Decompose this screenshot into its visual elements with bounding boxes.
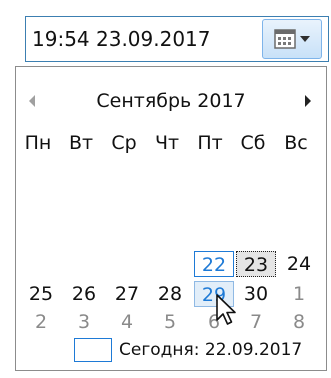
- today-link[interactable]: Сегодня: 22.09.2017: [119, 337, 302, 363]
- calendar-day-selected[interactable]: 23: [236, 251, 276, 277]
- calendar-day[interactable]: 24: [279, 251, 319, 277]
- calendar-day-next-month[interactable]: 7: [236, 309, 276, 335]
- calendar-day-next-month[interactable]: 2: [21, 309, 61, 335]
- weekday-label: Вт: [68, 132, 94, 154]
- calendar-day[interactable]: 25: [21, 281, 61, 307]
- calendar-day-today[interactable]: 22: [194, 251, 234, 277]
- datetime-value[interactable]: 19:54 23.09.2017: [32, 17, 211, 61]
- calendar-day[interactable]: 26: [64, 281, 104, 307]
- chevron-left-icon[interactable]: [29, 95, 35, 107]
- calendar-day[interactable]: 27: [107, 281, 147, 307]
- mouse-pointer-icon: [216, 294, 236, 325]
- calendar-icon: [274, 29, 296, 49]
- calendar-popup: Сентябрь 2017 Пн Вт Ср Чт Пт Сб Вс 22 23…: [15, 66, 327, 371]
- calendar-day-next-month[interactable]: 1: [279, 281, 319, 307]
- weekday-label: Чт: [154, 132, 180, 154]
- calendar-day-next-month[interactable]: 3: [64, 309, 104, 335]
- calendar-day[interactable]: 30: [236, 281, 276, 307]
- weekday-label: Вс: [284, 132, 308, 154]
- weekday-label: Ср: [111, 132, 137, 154]
- weekday-label: Пн: [24, 132, 52, 154]
- chevron-right-icon[interactable]: [305, 95, 311, 107]
- calendar-day[interactable]: 28: [150, 281, 190, 307]
- calendar-day-next-month[interactable]: 8: [279, 309, 319, 335]
- calendar-dropdown-button[interactable]: [262, 19, 322, 59]
- today-marker-swatch[interactable]: [74, 338, 112, 362]
- calendar-day-next-month[interactable]: 5: [150, 309, 190, 335]
- calendar-day-next-month[interactable]: 4: [107, 309, 147, 335]
- datetime-input[interactable]: 19:54 23.09.2017: [25, 16, 329, 62]
- weekday-label: Пт: [197, 132, 223, 154]
- weekday-header: Пн Вт Ср Чт Пт Сб Вс: [16, 129, 328, 157]
- month-title[interactable]: Сентябрь 2017: [66, 85, 276, 117]
- datetime-picker: 19:54 23.09.2017 Сентябрь 2017 Пн Вт Ср …: [0, 0, 331, 378]
- weekday-label: Сб: [240, 132, 266, 154]
- chevron-down-icon: [300, 36, 310, 42]
